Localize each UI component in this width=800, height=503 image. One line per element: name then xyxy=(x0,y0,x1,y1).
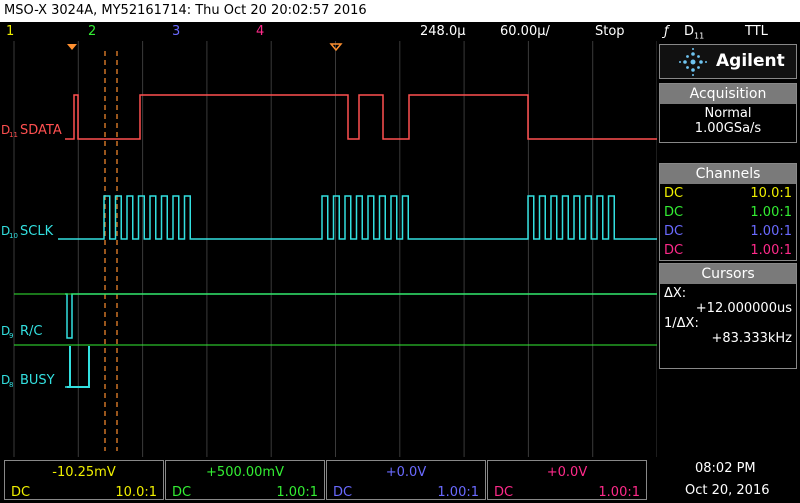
sdata-waveform xyxy=(65,94,657,140)
trigger-source-number: 11 xyxy=(694,31,705,41)
channel-4-indicator[interactable]: 4 xyxy=(256,22,264,41)
rc-waveform xyxy=(65,293,657,339)
channel-row: DC 10.0:1 xyxy=(660,184,796,203)
cursor-dx-value: +12.000000us xyxy=(695,301,792,316)
channel-1-coupling: DC xyxy=(11,485,31,500)
trigger-icon: ƒ xyxy=(664,24,669,39)
channel-1-setting[interactable]: -10.25mV DC 10.0:1 xyxy=(4,460,164,500)
acquisition-rate: 1.00GSa/s xyxy=(694,121,762,136)
channel-row-coupling: DC xyxy=(664,243,684,258)
channel-3-probe: 1.00:1 xyxy=(437,485,479,500)
channel-1-indicator[interactable]: 1 xyxy=(6,22,14,41)
cursors-box[interactable]: Cursors ΔX: +12.000000us 1/ΔX: +83.333kH… xyxy=(659,263,797,369)
acquisition-box[interactable]: Acquisition Normal 1.00GSa/s xyxy=(659,83,797,143)
timebase[interactable]: 60.00µ/ xyxy=(500,22,550,41)
time-reference-marker xyxy=(67,44,77,50)
run-state[interactable]: Stop xyxy=(595,22,625,41)
channel-row-probe: 10.0:1 xyxy=(750,186,792,201)
channel-2-coupling: DC xyxy=(172,485,192,500)
channels-list: DC 10.0:1 DC 1.00:1 DC 1.00:1 DC 1.00:1 xyxy=(660,184,796,260)
cursor-dx-label: ΔX: xyxy=(664,286,687,301)
channels-header: Channels xyxy=(660,164,796,184)
channel-1-probe: 10.0:1 xyxy=(115,485,157,500)
channel-2-probe: 1.00:1 xyxy=(276,485,318,500)
status-bar: 1 2 3 4 248.0µ 60.00µ/ Stop ƒ D11 TTL xyxy=(0,22,800,41)
label-sclk: SCLK xyxy=(20,224,54,239)
channel-2-value: +500.00mV xyxy=(206,465,284,480)
channel-4-value: +0.0V xyxy=(546,465,588,480)
channel-3-setting[interactable]: +0.0V DC 1.00:1 xyxy=(326,460,486,500)
channel-4-setting[interactable]: +0.0V DC 1.00:1 xyxy=(487,460,647,500)
channel-row-probe: 1.00:1 xyxy=(750,205,792,220)
channel-row: DC 1.00:1 xyxy=(660,241,796,260)
channel-3-indicator[interactable]: 3 xyxy=(172,22,180,41)
channel-row-probe: 1.00:1 xyxy=(750,224,792,239)
channel-3-value: +0.0V xyxy=(385,465,427,480)
waveform-canvas: D 11 SDATA D 10 SCLK D 9 R/C D 8 BUSY xyxy=(1,41,657,457)
channel-4-probe: 1.00:1 xyxy=(598,485,640,500)
channel-4-coupling: DC xyxy=(494,485,514,500)
clock-date: Oct 20, 2016 xyxy=(685,483,770,498)
cursor-inv-value: +83.333kHz xyxy=(711,331,792,346)
channels-box[interactable]: Channels DC 10.0:1 DC 1.00:1 DC 1.00:1 DC 1.00:… xyxy=(659,163,797,261)
channel-row: DC 1.00:1 xyxy=(660,222,796,241)
label-d10-sub: 10 xyxy=(9,232,18,240)
label-d9-sub: 9 xyxy=(9,332,13,340)
label-sdata: SDATA xyxy=(20,123,62,138)
window-title: MSO-X 3024A, MY52161714: Thu Oct 20 20:0… xyxy=(0,0,800,22)
acquisition-mode: Normal xyxy=(704,106,752,121)
sclk-waveform xyxy=(58,195,657,240)
label-busy: BUSY xyxy=(20,373,55,388)
agilent-spark-icon xyxy=(679,48,707,76)
cursors-header: Cursors xyxy=(660,264,796,284)
clock-time: 08:02 PM xyxy=(695,461,756,476)
right-panel: Agilent Acquisition Normal 1.00GSa/s Cha… xyxy=(657,41,800,457)
cursor-inv-label: 1/ΔX: xyxy=(664,316,699,331)
channel-2-indicator[interactable]: 2 xyxy=(88,22,96,41)
trigger-source-letter: D xyxy=(684,24,695,39)
channel-1-value: -10.25mV xyxy=(52,465,116,480)
acquisition-header: Acquisition xyxy=(660,84,796,104)
label-d11-sub: 11 xyxy=(9,131,18,139)
channel-3-coupling: DC xyxy=(333,485,353,500)
channel-row-coupling: DC xyxy=(664,186,684,201)
channel-row-coupling: DC xyxy=(664,205,684,220)
channel-row-coupling: DC xyxy=(664,224,684,239)
trigger-level[interactable]: TTL xyxy=(745,22,768,41)
channel-row-probe: 1.00:1 xyxy=(750,243,792,258)
brand-box: Agilent xyxy=(659,44,797,79)
channel-2-setting[interactable]: +500.00mV DC 1.00:1 xyxy=(165,460,325,500)
label-rc: R/C xyxy=(20,324,43,339)
label-d8-sub: 8 xyxy=(9,381,13,389)
time-position[interactable]: 248.0µ xyxy=(420,22,466,41)
brand-name: Agilent xyxy=(716,51,785,71)
waveform-display[interactable]: D 11 SDATA D 10 SCLK D 9 R/C D 8 BUSY xyxy=(0,41,657,457)
busy-pulse xyxy=(69,346,90,388)
channel-row: DC 1.00:1 xyxy=(660,203,796,222)
bottom-bar: -10.25mV DC 10.0:1 +500.00mV DC 1.00:1 +… xyxy=(0,457,800,503)
